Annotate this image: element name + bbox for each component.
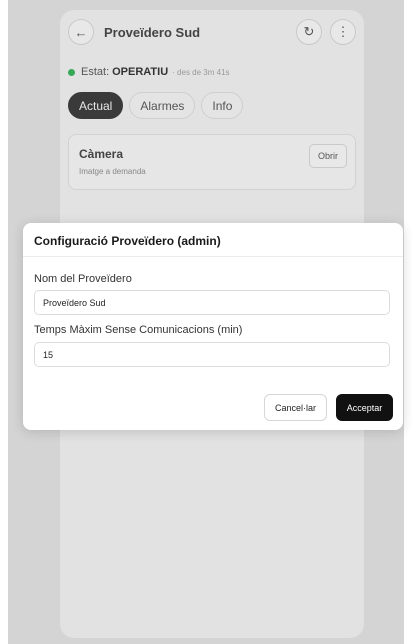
camera-card-title: Càmera: [79, 147, 124, 161]
app-title: Proveïdero Sud: [104, 24, 201, 40]
arrow-left-icon[interactable]: ←: [68, 19, 94, 45]
tab-info[interactable]: Info: [201, 92, 244, 119]
dialog-divider: [23, 256, 403, 257]
max-time-field[interactable]: [34, 342, 390, 367]
tab-bar: Actual Alarmes Info: [68, 92, 244, 119]
status-value: OPERATIU: [112, 66, 169, 78]
name-field-label: Nom del Proveïdero: [34, 273, 132, 285]
accept-button[interactable]: Acceptar: [336, 394, 393, 421]
refresh-icon[interactable]: ↻: [296, 19, 322, 45]
tab-alarmes[interactable]: Alarmes: [129, 92, 196, 119]
app-header: ← Proveïdero Sud ↻ ⋮: [60, 10, 364, 54]
status-label: Estat:: [81, 66, 110, 78]
dialog-title: Configuració Proveïdero (admin): [34, 234, 221, 248]
status-dot-icon: [68, 68, 75, 76]
name-field[interactable]: [34, 290, 390, 315]
more-vertical-icon[interactable]: ⋮: [330, 19, 356, 45]
max-time-field-label: Temps Màxim Sense Comunicacions (min): [34, 324, 243, 336]
open-camera-button[interactable]: Obrir: [309, 144, 347, 168]
config-dialog: Configuració Proveïdero (admin) Nom del …: [23, 223, 403, 430]
cancel-button[interactable]: Cancel·lar: [264, 394, 327, 421]
tab-actual[interactable]: Actual: [68, 92, 124, 119]
status-row: Estat: OPERATIU · des de 3m 41s: [68, 66, 230, 78]
status-since: · des de 3m 41s: [172, 67, 230, 77]
camera-card-subtitle: Imatge a demanda: [79, 167, 146, 176]
camera-card: Càmera Imatge a demanda Obrir: [68, 134, 356, 190]
